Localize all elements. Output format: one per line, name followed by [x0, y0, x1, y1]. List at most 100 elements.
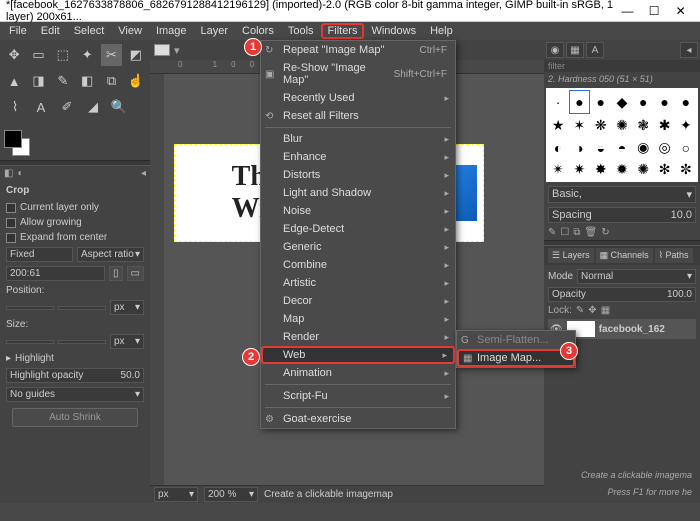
options-tab-icon[interactable]: ◧ [4, 168, 13, 179]
highlight-opacity-slider[interactable]: Highlight opacity50.0 [6, 368, 144, 383]
reshow-item[interactable]: ▣Re-Show "Image Map"Shift+Ctrl+F [261, 59, 455, 89]
artistic-item[interactable]: Artistic▸ [261, 274, 455, 292]
generic-item[interactable]: Generic▸ [261, 238, 455, 256]
map-item[interactable]: Map▸ [261, 310, 455, 328]
auto-shrink-button[interactable]: Auto Shrink [12, 408, 138, 427]
menu-view[interactable]: View [111, 23, 149, 39]
distorts-item[interactable]: Distorts▸ [261, 166, 455, 184]
free-select-tool[interactable]: ⬚ [53, 44, 73, 66]
noise-item[interactable]: Noise▸ [261, 202, 455, 220]
close-button[interactable]: ✕ [667, 4, 694, 18]
rect-select-tool[interactable]: ▭ [28, 44, 48, 66]
transform-tool[interactable]: ◩ [126, 44, 146, 66]
plugin-icon: ⚙ [265, 414, 274, 425]
minimize-button[interactable]: — [614, 4, 641, 18]
expand-center-checkbox[interactable] [6, 233, 16, 243]
portrait-button[interactable]: ▯ [109, 266, 123, 281]
tab-paths[interactable]: ⌇ Paths [655, 248, 693, 263]
bucket-tool[interactable]: ▲ [4, 70, 24, 92]
pos-y-input[interactable] [58, 306, 106, 310]
menu-windows[interactable]: Windows [364, 23, 423, 39]
pos-x-input[interactable] [6, 306, 54, 310]
decor-item[interactable]: Decor▸ [261, 292, 455, 310]
reset-item[interactable]: ⟲Reset all Filters [261, 107, 455, 125]
color-swatch[interactable] [0, 126, 150, 160]
del-brush-icon[interactable]: 🗑 [585, 227, 598, 238]
menu-file[interactable]: File [2, 23, 34, 39]
menu-edit[interactable]: Edit [34, 23, 67, 39]
highlight-expand-icon[interactable]: ▸ [6, 353, 11, 364]
size-w-input[interactable] [6, 340, 54, 344]
menu-help[interactable]: Help [423, 23, 460, 39]
image-tab-thumb[interactable] [154, 44, 170, 56]
enhance-item[interactable]: Enhance▸ [261, 148, 455, 166]
landscape-button[interactable]: ▭ [127, 266, 144, 281]
edge-item[interactable]: Edge-Detect▸ [261, 220, 455, 238]
menu-tools[interactable]: Tools [281, 23, 321, 39]
refresh-brush-icon[interactable]: ↻ [601, 227, 609, 238]
menu-filters[interactable]: Filters [321, 23, 365, 39]
recent-item[interactable]: Recently Used▸ [261, 89, 455, 107]
clone-tool[interactable]: ⧉ [101, 70, 121, 92]
light-shadow-item[interactable]: Light and Shadow▸ [261, 184, 455, 202]
brush-grid[interactable]: ·●●◆●●● ★✶❋✺❃✱✦ ◐◑◒◓◉◎○ ✴✷✸✹✺✻✼ [546, 88, 698, 182]
device-tab-icon[interactable]: ◐ [17, 168, 23, 179]
gradient-tool[interactable]: ◨ [28, 70, 48, 92]
text-tool[interactable]: A [30, 96, 52, 118]
ratio-input[interactable]: 200:61 [6, 266, 105, 281]
tab-channels[interactable]: ▦ Channels [596, 248, 653, 263]
new-brush-icon[interactable]: ☐ [560, 227, 569, 238]
render-item[interactable]: Render▸ [261, 328, 455, 346]
size-h-input[interactable] [58, 340, 106, 344]
patterns-tab[interactable]: ▦ [566, 42, 584, 58]
lock-position-icon[interactable]: ✥ [588, 305, 596, 316]
move-tool[interactable]: ✥ [4, 44, 24, 66]
maximize-button[interactable]: ☐ [641, 4, 668, 18]
fonts-tab[interactable]: A [586, 42, 604, 58]
image-tab-menu-icon[interactable]: ▾ [174, 44, 180, 57]
opacity-slider[interactable]: Opacity100.0 [548, 287, 696, 302]
blur-item[interactable]: Blur▸ [261, 130, 455, 148]
smudge-tool[interactable]: ☝ [126, 70, 146, 92]
dup-brush-icon[interactable]: ⧉ [573, 227, 580, 238]
measure-tool[interactable]: ◢ [82, 96, 104, 118]
lock-pixels-icon[interactable]: ✎ [576, 305, 584, 316]
tab-layers[interactable]: ☰ Layers [548, 248, 594, 263]
fuzzy-select-tool[interactable]: ✦ [77, 44, 97, 66]
status-zoom[interactable]: 200 %▾ [204, 487, 258, 502]
status-unit[interactable]: px▾ [154, 487, 198, 502]
dock-menu-icon[interactable]: ◂ [680, 42, 698, 58]
picker-tool[interactable]: ✐ [56, 96, 78, 118]
menu-layer[interactable]: Layer [194, 23, 236, 39]
scriptfu-item[interactable]: Script-Fu▸ [261, 387, 455, 405]
tab-menu-icon[interactable]: ◂ [141, 168, 146, 179]
pos-unit[interactable]: px▾ [110, 300, 144, 315]
brushes-tab[interactable]: ◉ [546, 42, 564, 58]
web-item[interactable]: Web▸ [261, 346, 455, 364]
brush-group-select[interactable]: Basic,▾ [548, 186, 696, 203]
current-layer-checkbox[interactable] [6, 203, 16, 213]
allow-grow-checkbox[interactable] [6, 218, 16, 228]
animation-item[interactable]: Animation▸ [261, 364, 455, 382]
path-tool[interactable]: ⌇ [4, 96, 26, 118]
crop-tool[interactable]: ✂ [101, 44, 121, 66]
semi-flatten-item[interactable]: GSemi-Flatten... [457, 331, 575, 349]
brush-spacing-slider[interactable]: Spacing10.0 [548, 207, 696, 223]
zoom-tool[interactable]: 🔍 [108, 96, 130, 118]
fixed-select[interactable]: Fixed [6, 247, 73, 262]
edit-brush-icon[interactable]: ✎ [548, 227, 556, 238]
aspect-select[interactable]: Aspect ratio▾ [77, 247, 144, 262]
guides-select[interactable]: No guides▾ [6, 387, 144, 402]
image-map-item[interactable]: ▦Image Map... [457, 349, 575, 367]
combine-item[interactable]: Combine▸ [261, 256, 455, 274]
pencil-tool[interactable]: ✎ [53, 70, 73, 92]
lock-alpha-icon[interactable]: ▦ [601, 305, 610, 316]
menu-image[interactable]: Image [149, 23, 194, 39]
repeat-item[interactable]: ↻Repeat "Image Map"Ctrl+F [261, 41, 455, 59]
menu-select[interactable]: Select [67, 23, 112, 39]
menu-colors[interactable]: Colors [235, 23, 281, 39]
eraser-tool[interactable]: ◧ [77, 70, 97, 92]
size-unit[interactable]: px▾ [110, 334, 144, 349]
goat-item[interactable]: ⚙Goat-exercise [261, 410, 455, 428]
mode-select[interactable]: Normal▾ [577, 269, 696, 284]
